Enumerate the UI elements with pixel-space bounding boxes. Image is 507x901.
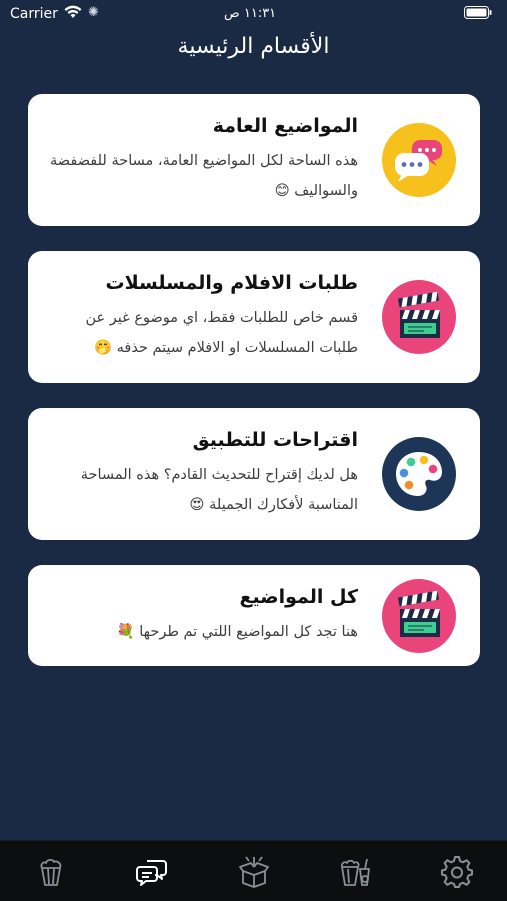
tab-bar [0,840,507,901]
section-description: هذه الساحة لكل المواضيع العامة، مساحة لل… [50,153,358,199]
section-title: كل المواضيع [239,586,358,608]
wifi-icon [63,4,83,24]
section-title: المواضيع العامة [212,115,358,137]
battery-icon [464,6,492,19]
chat-bubbles-icon [382,123,456,197]
tab-popcorn[interactable] [34,855,68,889]
palette-icon [382,437,456,511]
clapperboard-icon [382,578,456,653]
tab-chat[interactable] [135,855,169,889]
activity-spinner-icon: ✺ [88,5,99,20]
gear-icon [441,856,473,888]
section-card-general[interactable]: المواضيع العامة هذه الساحة لكل المواضيع … [28,94,480,226]
section-card-suggestions[interactable]: اقتراحات للتطبيق هل لديك إقتراح للتحديث … [28,408,480,540]
tab-box[interactable] [237,855,271,889]
section-description: هنا تجد كل المواضيع اللتي تم طرحها 💐 [116,624,358,640]
clapperboard-icon [382,280,456,354]
status-time: ١١:٣١ ص [224,6,277,21]
section-title: اقتراحات للتطبيق [192,429,358,451]
section-card-requests[interactable]: طلبات الافلام والمسلسلات قسم خاص للطلبات… [28,251,480,383]
section-card-all[interactable]: كل المواضيع هنا تجد كل المواضيع اللتي تم… [28,565,480,666]
tab-snacks[interactable] [338,855,372,889]
page-title: الأقسام الرئيسية [177,34,330,59]
carrier-label: Carrier [10,6,58,22]
section-description: قسم خاص للطلبات فقط، اي موضوع غير عن طلب… [85,310,359,356]
status-bar: Carrier ✺ ١١:٣١ ص [0,0,507,28]
chat-icon [136,860,167,886]
gift-box-icon [239,856,269,888]
section-description: هل لديك إقتراح للتحديث القادم؟ هذه المسا… [80,467,358,513]
section-title: طلبات الافلام والمسلسلات [105,272,358,294]
snacks-icon [340,858,370,886]
popcorn-icon [40,858,62,886]
tab-settings[interactable] [440,855,474,889]
